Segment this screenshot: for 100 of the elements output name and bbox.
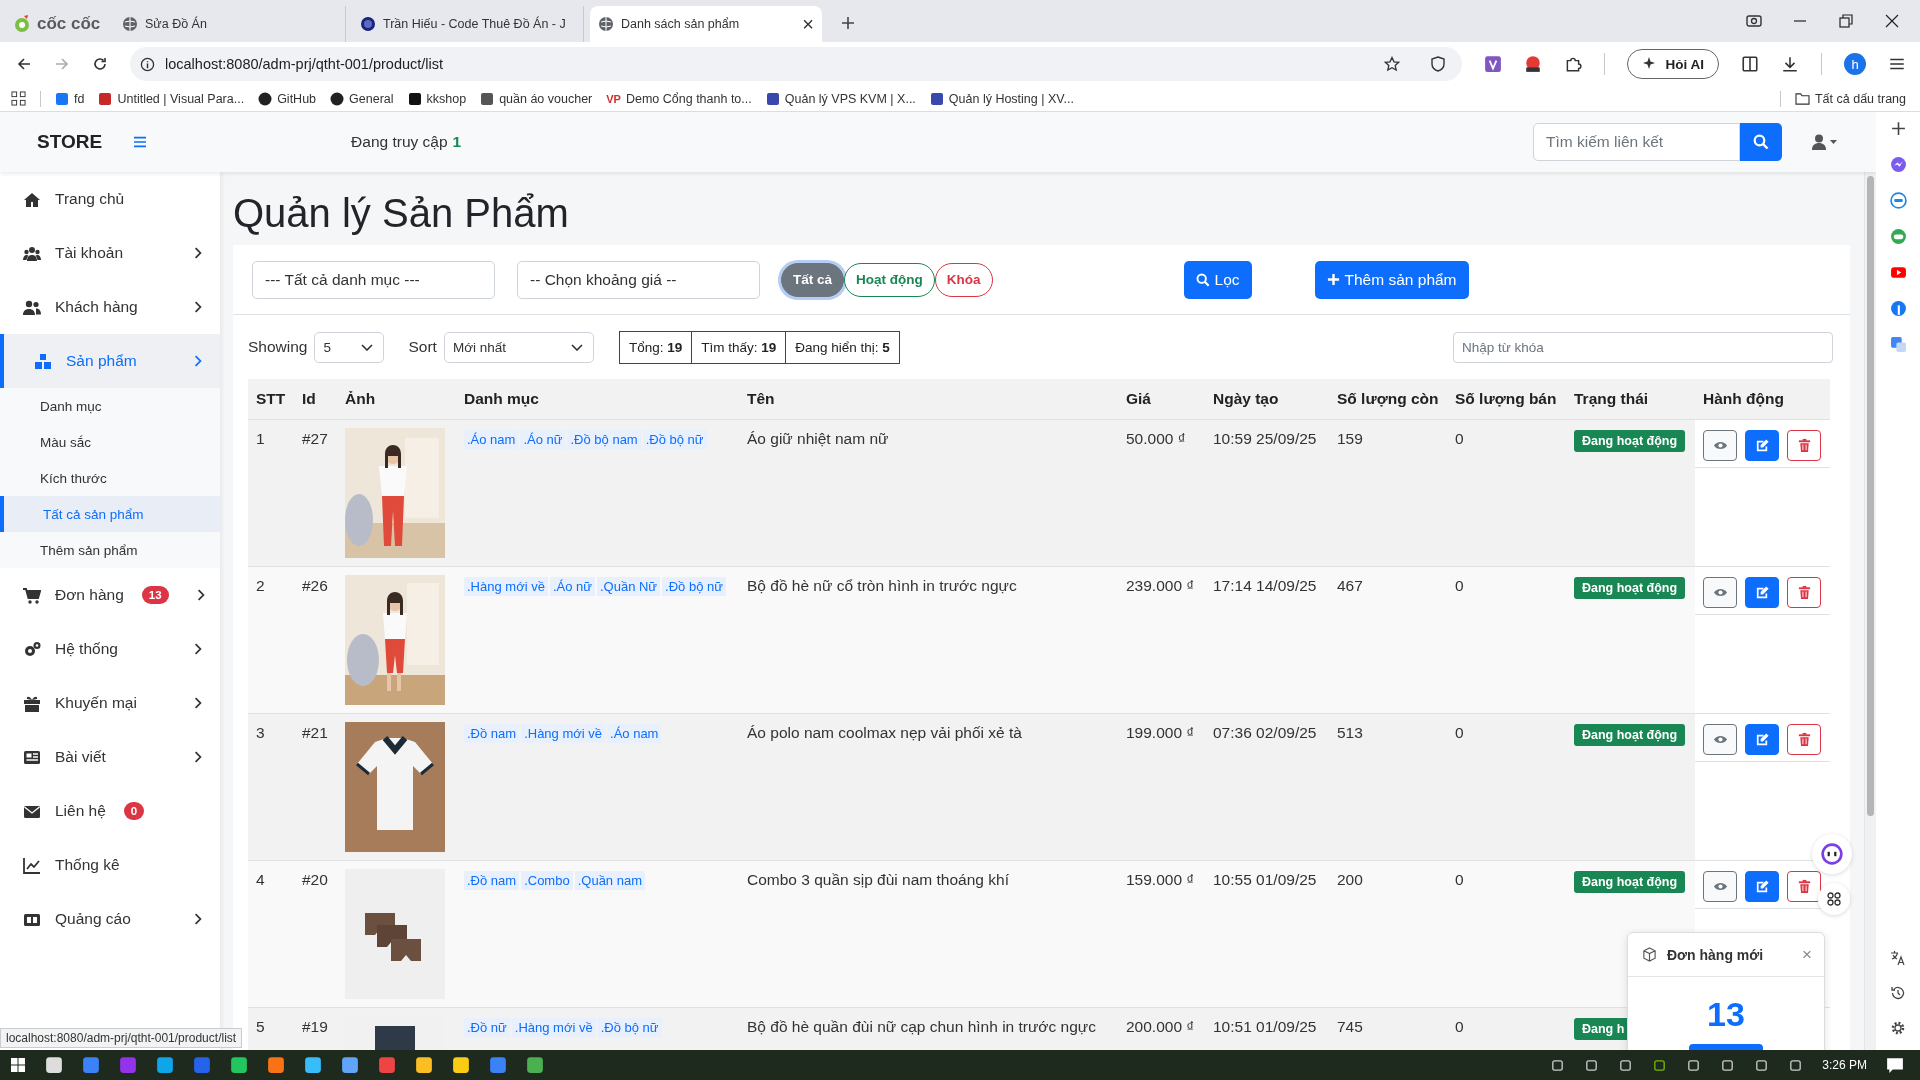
keyword-field[interactable]: Nhập từ khóa — [1453, 331, 1833, 363]
status-filter-button[interactable]: Tất cả — [781, 262, 845, 297]
tray-icon[interactable] — [1618, 1057, 1634, 1073]
close-icon[interactable] — [1884, 13, 1900, 29]
app-icon[interactable] — [267, 1056, 285, 1074]
shield-icon[interactable] — [1429, 56, 1446, 72]
tray-icon[interactable] — [1754, 1057, 1770, 1073]
browser-tab[interactable]: Danh sách sản phẩm × — [590, 6, 822, 42]
app-icon[interactable] — [45, 1056, 63, 1074]
price-select[interactable]: -- Chọn khoảng giá -- — [517, 260, 760, 299]
edit-button[interactable] — [1745, 429, 1779, 461]
category-tag[interactable]: .Đồ nữ — [464, 1017, 510, 1037]
profile-button[interactable]: h — [1844, 53, 1866, 75]
scrollbar[interactable] — [1864, 172, 1876, 1050]
sidebar-item[interactable]: Liên hệ 0 — [0, 784, 220, 838]
category-tag[interactable]: .Đồ bộ nam — [567, 429, 641, 449]
delete-button[interactable] — [1787, 576, 1821, 608]
category-tag[interactable]: .Áo nữ — [549, 576, 595, 596]
view-button[interactable] — [1703, 870, 1737, 902]
app-icon[interactable] — [156, 1056, 174, 1074]
bookmark[interactable]: fd — [55, 91, 85, 106]
delete-button[interactable] — [1787, 723, 1821, 755]
app-icon[interactable] — [341, 1056, 359, 1074]
apps-grid-icon[interactable] — [11, 91, 26, 106]
category-tag[interactable]: .Quần Nữ — [596, 576, 661, 596]
sidebar-item[interactable]: Bài viết — [0, 730, 220, 784]
bookmark[interactable]: General — [330, 91, 394, 106]
category-tag[interactable]: .Áo nam — [464, 429, 519, 449]
sidebar-item[interactable]: Tài khoản — [0, 226, 220, 280]
extension-icon[interactable] — [1523, 55, 1542, 73]
search-field[interactable]: Tìm kiếm liên kết — [1533, 123, 1740, 161]
tray-icon[interactable] — [1652, 1057, 1668, 1073]
submenu-item[interactable]: Kích thước — [0, 460, 220, 496]
view-button[interactable] — [1703, 723, 1737, 755]
page-size-select[interactable]: 5 — [314, 331, 385, 363]
edit-button[interactable] — [1745, 576, 1779, 608]
close-tab-button[interactable]: × — [802, 14, 814, 34]
category-tag[interactable]: .Đồ bộ nữ — [597, 1017, 662, 1037]
close-button[interactable]: × — [1802, 944, 1812, 965]
sidebar-item[interactable]: Khuyến mại — [0, 676, 220, 730]
app-icon[interactable] — [230, 1056, 248, 1074]
category-tag[interactable]: .Đồ nam — [464, 870, 520, 890]
category-tag[interactable]: .Hàng mới về — [464, 576, 548, 596]
bookmark[interactable]: Untitled | Visual Para... — [98, 91, 245, 106]
sort-select[interactable]: Mới nhất — [443, 331, 594, 363]
bookmark[interactable]: GitHub — [258, 91, 317, 106]
sidebar-item[interactable]: Sản phẩm — [0, 334, 220, 388]
star-icon[interactable] — [1383, 56, 1400, 72]
category-tag[interactable]: .Áo nữ — [520, 429, 566, 449]
bookmark[interactable]: Quản lý Hosting | XV... — [929, 91, 1074, 106]
plus-icon[interactable] — [1889, 120, 1907, 137]
category-tag[interactable]: .Đồ bộ nữ — [642, 429, 707, 449]
back-icon[interactable] — [16, 56, 32, 72]
bookmark[interactable]: quần áo voucher — [480, 91, 593, 106]
submenu-item[interactable]: Tất cả sản phẩm — [0, 496, 220, 532]
category-tag[interactable]: .Quần nam — [574, 870, 645, 890]
category-tag[interactable]: .Hàng mới về — [521, 723, 606, 743]
tray-icon[interactable] — [1788, 1057, 1804, 1073]
history-icon[interactable] — [1890, 985, 1906, 1001]
user-menu-icon[interactable] — [1812, 134, 1838, 150]
category-tag[interactable]: .Đồ bộ nữ — [662, 576, 726, 596]
sidebar-item[interactable]: Hệ thống — [0, 622, 220, 676]
submenu-item[interactable]: Danh mục — [0, 388, 220, 424]
app-icon[interactable] — [526, 1056, 544, 1074]
new-tab-icon[interactable] — [840, 15, 856, 31]
status-filter-button[interactable]: Hoạt động — [844, 262, 935, 297]
category-tag[interactable]: .Áo nam — [607, 723, 662, 743]
app-icon[interactable] — [452, 1056, 470, 1074]
split-view-icon[interactable] — [1741, 55, 1759, 73]
restore-icon[interactable] — [1838, 13, 1854, 29]
reload-icon[interactable] — [92, 56, 108, 72]
sidebar-item[interactable]: Thống kê — [0, 838, 220, 892]
category-tag[interactable]: .Đồ nam — [464, 723, 520, 743]
submenu-item[interactable]: Màu sắc — [0, 424, 220, 460]
download-icon[interactable] — [1781, 55, 1799, 73]
all-bookmarks-button[interactable]: Tất cả dấu trang — [1794, 91, 1906, 106]
bookmark[interactable]: VP Demo Cổng thanh to... — [606, 91, 752, 106]
submenu-item[interactable]: Thêm sản phẩm — [0, 532, 220, 568]
windows-icon[interactable] — [10, 1057, 26, 1073]
app-icon[interactable] — [304, 1056, 322, 1074]
tray-icon[interactable] — [1686, 1057, 1702, 1073]
play-icon[interactable] — [1889, 264, 1907, 281]
address-bar[interactable]: localhost:8080/adm-prj/qtht-001/product/list — [130, 47, 1462, 81]
sidebar-item[interactable]: Khách hàng — [0, 280, 220, 334]
view-button[interactable] — [1703, 576, 1737, 608]
edit-button[interactable] — [1745, 870, 1779, 902]
tray-icon[interactable] — [1720, 1057, 1736, 1073]
tray-icon[interactable] — [1550, 1057, 1566, 1073]
filter-button[interactable]: Lọc — [1183, 260, 1252, 299]
bookmark[interactable]: kkshop — [407, 91, 467, 106]
delete-button[interactable] — [1787, 870, 1821, 902]
delete-button[interactable] — [1787, 429, 1821, 461]
sidebar-item[interactable]: Trang chủ — [0, 172, 220, 226]
ask-ai-button[interactable]: Hỏi AI — [1626, 49, 1719, 79]
bookmark[interactable]: Quản lý VPS KVM | X... — [765, 91, 916, 106]
status-filter-button[interactable]: Khóa — [934, 262, 993, 297]
category-tag[interactable]: .Combo — [521, 870, 573, 890]
tab-search-icon[interactable] — [1746, 13, 1762, 29]
view-button[interactable] — [1703, 429, 1737, 461]
notification-icon[interactable] — [1886, 1056, 1904, 1074]
